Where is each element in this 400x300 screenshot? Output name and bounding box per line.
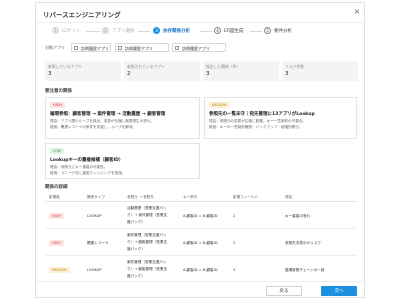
next-button[interactable]: 次へ [321, 286, 357, 296]
stat-label: 参照しているアプリ [48, 64, 83, 69]
step-connector [200, 30, 212, 32]
checkbox[interactable] [74, 46, 78, 50]
back-button[interactable]: 戻る [266, 286, 302, 296]
severity-badge: LOW [50, 148, 65, 154]
step-label: アプリ選択 [112, 29, 135, 34]
filter-label: 対象アプリ [45, 45, 65, 50]
stat-label: 検出した関係（件） [206, 64, 241, 69]
table-header: 影響度 関係タイプ 参照元 → 参照先 キー条件 影響フィールド 理由 [45, 192, 357, 202]
card-title: Lookupキーの重複候補（顧客ID） [50, 158, 124, 163]
stat-value: 3 [285, 71, 289, 77]
step-number: 1 [52, 27, 59, 34]
column-header: 参照元 → 参照先 [127, 195, 154, 199]
card-reason: 理由：アプリ間のループを検出。変更が伝播し無限再生の恐れ。 [50, 119, 155, 123]
severity-badge: MEDIUM [49, 267, 70, 273]
chip-label: 訪問履歴アプリ [81, 46, 109, 51]
relation-type: 関連レコード [87, 241, 109, 245]
card-title: 循環参照：顧客管理 → 案件管理 → 活動履歴 → 顧客管理 [50, 112, 166, 117]
checkbox[interactable] [175, 46, 179, 50]
relation-card[interactable]: HIGH 循環参照：顧客管理 → 案件管理 → 活動履歴 → 顧客管理 理由：ア… [45, 97, 200, 139]
step-connector [250, 30, 262, 32]
table-row[interactable]: MEDIUM LOOKUP 案件管理（営業支援パッ ク）→ 顧客管理（営業支 援… [45, 258, 357, 282]
step-number: 2 [102, 27, 109, 34]
relation-type: LOOKUP [87, 214, 102, 218]
step-label: 要件分析 [274, 29, 292, 34]
app-chip[interactable]: 訪問履歴アプリ [71, 43, 111, 52]
step-number: 4 [214, 27, 221, 34]
step-number: 3 [153, 27, 160, 34]
card-reason: 理由：参照元の変更が広範に影響。キー一意制約の不整合。 [209, 119, 307, 123]
stat-card: 検出した関係（件） 3 [203, 61, 279, 81]
app-chip[interactable]: 訪問履歴アプリ [115, 43, 169, 52]
column-header: キー条件 [183, 195, 198, 199]
stat-card: リスク件数 3 [282, 61, 358, 81]
stepper: 1 ログイン 2 アプリ選択 3 依存関係分析 4 ER図生成 5 要件分析 [36, 25, 366, 37]
ref-line: 案件管理（営業支援パッ [127, 233, 167, 237]
relation-details-title: 関係の詳細 [45, 185, 68, 190]
card-recommendation: 推奨：キーの一意制約確認・バックアップ・段階的移行。 [209, 125, 303, 129]
step-connector [138, 30, 150, 32]
stat-value: 3 [206, 71, 210, 77]
stat-label: リスク件数 [285, 64, 304, 69]
stat-value: 2 [127, 71, 131, 77]
stat-label: 参照されているアプリ [127, 64, 165, 69]
dialog-header: リバースエンジニアリング × [36, 3, 366, 23]
step-number: 5 [264, 27, 271, 34]
key-condition: A.顧客ID = B.顧客ID [183, 241, 218, 245]
card-recommendation: 推奨：関連レコードの条件を見直し、ループを解消。 [50, 125, 137, 129]
affected-fields: 2 [233, 241, 236, 245]
severity-badge: HIGH [49, 240, 65, 246]
chip-label: 訪問履歴アプリ [125, 46, 153, 51]
column-header: 影響フィールド [233, 195, 259, 199]
relation-type: LOOKUP [87, 268, 102, 272]
column-header: 影響度 [49, 195, 60, 199]
reason: 循環参照チェーンの一部 [285, 268, 325, 272]
severity-badge: MEDIUM [209, 102, 230, 108]
affected-fields: 2 [233, 214, 236, 218]
table-row[interactable]: HIGH LOOKUP 活動履歴（営業支援パッ ク）→ 案件管理（営業支 援パッ… [45, 204, 357, 229]
dialog-footer: 戻る 次へ [36, 281, 366, 299]
ref-line: ク）→ 案件管理（営業支 [127, 213, 168, 217]
step-label: ER図生成 [224, 29, 244, 34]
card-title: 参照先の一覧未守｜宛先管理に13アプリがLookup [209, 112, 315, 117]
key-relations-title: 要注意の関係 [45, 89, 72, 94]
chip-label: 訪問履歴アプリ [182, 46, 210, 51]
ref-line: 援パック） [127, 247, 145, 251]
ref-line: 援パック） [127, 220, 145, 224]
ref-line: ク）→ 顧客管理（営業支 [127, 240, 168, 244]
card-reason: 理由：参照元にキー重複の可能性。 [50, 165, 108, 169]
affected-fields: 3 [233, 268, 236, 272]
column-header: 関係タイプ [87, 195, 105, 199]
reason: 参照先非表示のリスク [285, 241, 321, 245]
step-connector [86, 30, 100, 32]
reverse-engineering-dialog: リバースエンジニアリング × 1 ログイン 2 アプリ選択 3 依存関係分析 4… [35, 2, 366, 299]
relation-card[interactable]: MEDIUM 参照先の一覧未守｜宛先管理に13アプリがLookup 理由：参照元… [204, 97, 357, 139]
close-icon[interactable]: × [353, 8, 361, 16]
stats-row: 参照しているアプリ 3 参照されているアプリ 2 検出した関係（件） 3 リスク… [45, 61, 358, 81]
column-header: 理由 [285, 195, 293, 199]
step-label: 依存関係分析 [163, 29, 190, 34]
card-recommendation: 推奨：ユニーク化と重複クレンジングを実施。 [50, 171, 126, 175]
relation-card[interactable]: LOW Lookupキーの重複候補（顧客ID） 理由：参照元にキー重複の可能性。… [45, 143, 200, 179]
stat-card: 参照しているアプリ 3 [45, 61, 121, 81]
ref-line: ク）→ 顧客管理（営業支 [127, 267, 168, 271]
ref-line: 案件管理（営業支援パッ [127, 260, 167, 264]
reason: キー重複の恐れ [285, 214, 311, 218]
stat-value: 3 [48, 71, 52, 77]
stat-card: 参照されているアプリ 2 [124, 61, 200, 81]
key-condition: A.顧客ID = B.顧客ID [183, 268, 218, 272]
dialog-title: リバースエンジニアリング [43, 11, 121, 19]
step-label: ログイン [62, 29, 80, 34]
severity-badge: HIGH [49, 213, 65, 219]
app-chip[interactable]: 訪問履歴アプリ [172, 43, 226, 52]
severity-badge: HIGH [50, 102, 66, 108]
table-row[interactable]: HIGH 関連レコード 案件管理（営業支援パッ ク）→ 顧客管理（営業支 援パッ… [45, 231, 357, 256]
ref-line: 活動履歴（営業支援パッ [127, 206, 167, 210]
checkbox[interactable] [118, 46, 122, 50]
key-condition: A.顧客ID = B.顧客ID [183, 214, 218, 218]
ref-line: 援パック） [127, 274, 145, 278]
